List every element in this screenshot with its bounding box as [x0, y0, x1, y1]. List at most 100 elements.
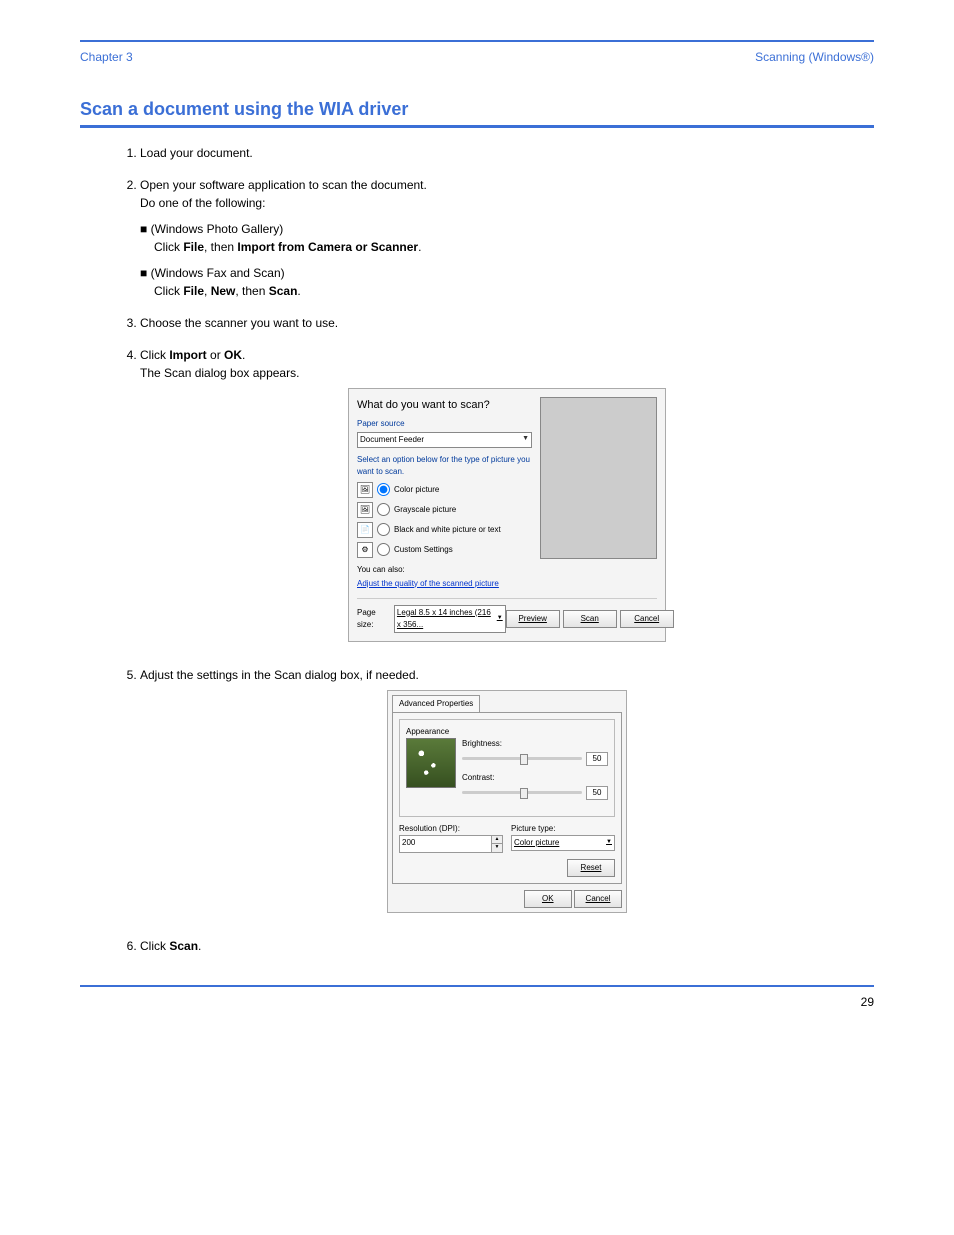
brightness-label: Brightness: [462, 738, 608, 750]
advanced-properties-dialog: Advanced Properties Appearance Brightnes… [387, 690, 627, 913]
brightness-value[interactable]: 50 [586, 752, 608, 766]
preview-pane [540, 397, 657, 559]
step-1: Load your document. [140, 144, 874, 162]
resolution-value[interactable]: 200 [399, 835, 492, 853]
radio-bw[interactable] [377, 523, 390, 536]
t: Import [169, 348, 206, 362]
picture-type-label: Picture type: [511, 823, 615, 835]
picture-type-select[interactable]: Color picture ▼ [511, 835, 615, 851]
step-2-sub1: ■ (Windows Photo Gallery) [140, 220, 874, 238]
bullet-icon: ■ [140, 222, 151, 236]
t: Click [154, 284, 183, 298]
step-4-sub: The Scan dialog box appears. [140, 364, 874, 382]
contrast-label: Contrast: [462, 772, 608, 784]
chevron-down-icon: ▼ [497, 614, 503, 623]
t: Scan [169, 939, 198, 953]
scan-button[interactable]: Scan [563, 610, 617, 628]
paper-source-label: Paper source [357, 418, 532, 430]
header-right: Scanning (Windows®) [755, 48, 874, 66]
t: Click [154, 240, 183, 254]
resolution-spinner[interactable]: 200 ▲▼ [399, 835, 503, 853]
dialog-title: What do you want to scan? [357, 397, 532, 414]
radio-custom[interactable] [377, 543, 390, 556]
scan-type-desc: Select an option below for the type of p… [357, 454, 532, 478]
brightness-slider[interactable] [462, 757, 582, 760]
contrast-slider[interactable] [462, 791, 582, 794]
section-title: Scan a document using the WIA driver [80, 96, 874, 123]
t: Scan [269, 284, 298, 298]
step-6: Click Scan. [140, 937, 874, 955]
option-grayscale[interactable]: 🖼 Grayscale picture [357, 502, 532, 518]
t: New [211, 284, 236, 298]
spin-down-icon[interactable]: ▼ [492, 844, 502, 852]
option-bw-label: Black and white picture or text [394, 524, 501, 536]
t: . [418, 240, 421, 254]
appearance-label: Appearance [406, 727, 449, 736]
slider-knob-icon [520, 754, 528, 765]
step-3-text: Choose the scanner you want to use. [140, 316, 338, 330]
footer-right: 29 [861, 993, 874, 1011]
t: File [183, 284, 204, 298]
reset-button[interactable]: Reset [567, 859, 615, 877]
t: . [297, 284, 300, 298]
option-color-label: Color picture [394, 484, 439, 496]
page-footer: 29 [80, 987, 874, 1011]
radio-color[interactable] [377, 483, 390, 496]
page-size-value: Legal 8.5 x 14 inches (216 x 356... [397, 607, 497, 631]
header-left: Chapter 3 [80, 48, 133, 66]
radio-gray[interactable] [377, 503, 390, 516]
page-header: Chapter 3 Scanning (Windows®) [80, 48, 874, 68]
step-2-sub2-text: (Windows Fax and Scan) [151, 266, 285, 280]
paper-source-select[interactable]: Document Feeder ▼ [357, 432, 532, 448]
top-rule [80, 40, 874, 42]
option-custom-label: Custom Settings [394, 544, 453, 556]
adjust-quality-link[interactable]: Adjust the quality of the scanned pictur… [357, 578, 499, 590]
step-5: Adjust the settings in the Scan dialog b… [140, 666, 874, 923]
step-4: Click Import or OK. The Scan dialog box … [140, 346, 874, 652]
cancel-button[interactable]: Cancel [574, 890, 622, 908]
step-1-text: Load your document. [140, 146, 253, 160]
page-size-select[interactable]: Legal 8.5 x 14 inches (216 x 356... ▼ [394, 605, 506, 633]
option-color[interactable]: 🖼 Color picture [357, 482, 532, 498]
t: . [242, 348, 245, 362]
step-3: Choose the scanner you want to use. [140, 314, 874, 332]
chevron-down-icon: ▼ [606, 838, 612, 847]
paper-source-value: Document Feeder [360, 434, 424, 446]
custom-settings-icon: ⚙ [357, 542, 373, 558]
step-2-sub2: ■ (Windows Fax and Scan) [140, 264, 874, 282]
steps-list: Load your document. Open your software a… [80, 144, 874, 955]
step-2b: Do one of the following: [140, 194, 874, 212]
grayscale-picture-icon: 🖼 [357, 502, 373, 518]
scan-dialog: What do you want to scan? Paper source D… [348, 388, 666, 642]
step-2-sub1-text: (Windows Photo Gallery) [151, 222, 284, 236]
step-2-sub1-detail: Click File, then Import from Camera or S… [154, 238, 874, 256]
t: , then [235, 284, 268, 298]
preview-button[interactable]: Preview [506, 610, 560, 628]
option-gray-label: Grayscale picture [394, 504, 456, 516]
t: File [183, 240, 204, 254]
appearance-group: Appearance Brightness: 50 Contrast: [399, 719, 615, 817]
step-2a: Open your software application to scan t… [140, 176, 874, 194]
spin-up-icon[interactable]: ▲ [492, 836, 502, 845]
option-custom[interactable]: ⚙ Custom Settings [357, 542, 532, 558]
t: . [198, 939, 201, 953]
contrast-value[interactable]: 50 [586, 786, 608, 800]
chevron-down-icon: ▼ [522, 434, 529, 445]
cancel-button[interactable]: Cancel [620, 610, 674, 628]
step-2: Open your software application to scan t… [140, 176, 874, 300]
also-label: You can also: [357, 564, 532, 576]
t: or [207, 348, 224, 362]
title-rule [80, 125, 874, 128]
t: OK [224, 348, 242, 362]
ok-button[interactable]: OK [524, 890, 572, 908]
option-bw[interactable]: 📄 Black and white picture or text [357, 522, 532, 538]
t: Import from Camera or Scanner [237, 240, 418, 254]
bw-text-icon: 📄 [357, 522, 373, 538]
page-size-label: Page size: [357, 607, 390, 631]
t: Click [140, 348, 169, 362]
resolution-label: Resolution (DPI): [399, 823, 503, 835]
picture-type-value: Color picture [514, 837, 559, 849]
bullet-icon: ■ [140, 266, 151, 280]
advanced-properties-tab[interactable]: Advanced Properties [392, 695, 480, 712]
slider-knob-icon [520, 788, 528, 799]
